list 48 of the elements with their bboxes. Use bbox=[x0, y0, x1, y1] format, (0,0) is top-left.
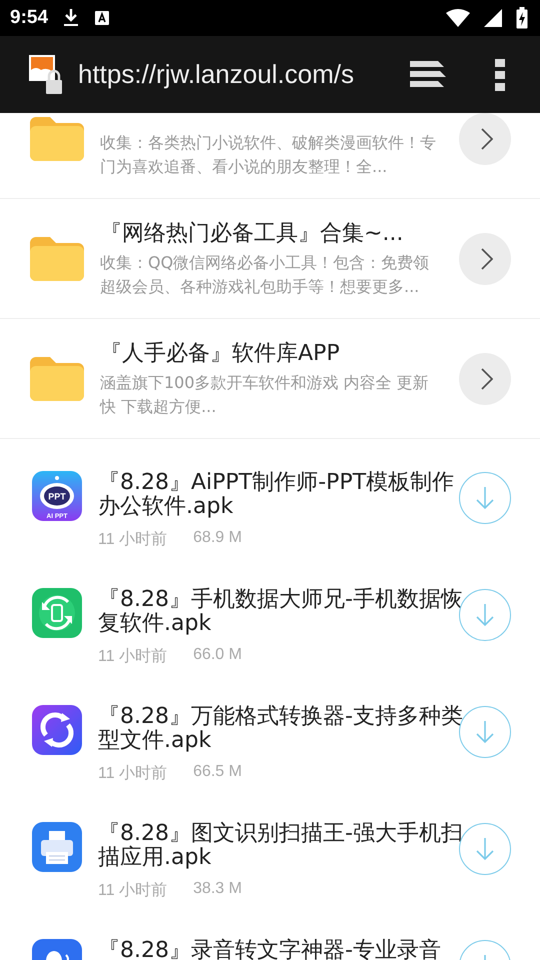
download-icon bbox=[62, 8, 80, 28]
folder-icon bbox=[30, 236, 84, 280]
file-name: 『8.28』录音转文字神器-专业录音 bbox=[98, 939, 442, 960]
file-size: 66.0 M bbox=[193, 646, 242, 665]
folder-row[interactable]: 『网络热门必备工具』合集~... 收集：QQ微信网络必备小工具！包含：免费领超级会员、各种游戏礼包助手等！想要更多... bbox=[0, 199, 540, 319]
file-row[interactable]: 『8.28』图文识别扫描王-强大手机扫描应用.apk 11 小时前 38.3 M bbox=[0, 790, 540, 907]
clock-time: 9:54 bbox=[10, 7, 48, 29]
chevron-right-icon bbox=[481, 128, 493, 150]
folder-description: 收集：QQ微信网络必备小工具！包含：免费领超级会员、各种游戏礼包助手等！想要更多... bbox=[100, 252, 430, 298]
folder-description: 收集：各类热门小说软件、破解类漫画软件！专门为喜欢追番、看小说的朋友整理！全... bbox=[100, 132, 437, 178]
menu-icon[interactable] bbox=[495, 58, 505, 90]
app-icon bbox=[32, 705, 82, 755]
file-name: 『8.28』手机数据大师兄-手机数据恢复软件.apk bbox=[98, 588, 464, 636]
file-name: 『8.28』AiPPT制作师-PPT模板制作办公软件.apk bbox=[98, 471, 456, 519]
file-size: 68.9 M bbox=[193, 529, 242, 548]
upload-time: 11 小时前 bbox=[98, 530, 168, 550]
download-icon bbox=[476, 486, 494, 510]
signal-icon bbox=[484, 9, 502, 27]
download-icon bbox=[476, 720, 494, 744]
app-icon bbox=[32, 588, 82, 638]
download-button[interactable] bbox=[459, 472, 511, 524]
open-button[interactable] bbox=[459, 353, 511, 405]
file-name: 『8.28』图文识别扫描王-强大手机扫描应用.apk bbox=[98, 822, 464, 870]
file-name: 『8.28』万能格式转换器-支持多种类型文件.apk bbox=[98, 705, 464, 753]
folder-title: 『人手必备』软件库APP bbox=[100, 340, 341, 368]
file-row[interactable]: 『8.28』录音转文字神器-专业录音 bbox=[0, 907, 540, 960]
wifi-icon bbox=[446, 9, 470, 27]
folder-icon bbox=[30, 116, 84, 160]
folder-icon bbox=[30, 356, 84, 400]
file-size: 38.3 M bbox=[193, 880, 242, 899]
open-button[interactable] bbox=[459, 233, 511, 285]
folder-title: 『网络热门必备工具』合集~... bbox=[100, 220, 404, 248]
battery-icon bbox=[516, 7, 528, 29]
chevron-right-icon bbox=[481, 248, 493, 270]
upload-time: 11 小时前 bbox=[98, 880, 168, 901]
chevron-right-icon bbox=[481, 368, 493, 390]
tabs-icon[interactable] bbox=[410, 60, 446, 88]
upload-time: 11 小时前 bbox=[98, 646, 168, 667]
file-size: 66.5 M bbox=[193, 763, 242, 782]
download-button[interactable] bbox=[459, 823, 511, 875]
folder-description: 涵盖旗下100多款开车软件和游戏 内容全 更新快 下载超方便... bbox=[100, 372, 430, 418]
file-row[interactable]: 『8.28』万能格式转换器-支持多种类型文件.apk 11 小时前 66.5 M bbox=[0, 673, 540, 790]
app-icon bbox=[32, 822, 82, 872]
download-icon bbox=[476, 837, 494, 861]
download-icon bbox=[476, 603, 494, 627]
upload-time: 11 小时前 bbox=[98, 764, 168, 784]
file-row[interactable]: 『8.28』手机数据大师兄-手机数据恢复软件.apk 11 小时前 66.0 M bbox=[0, 556, 540, 673]
folder-row[interactable]: 『人手必备』软件库APP 涵盖旗下100多款开车软件和游戏 内容全 更新快 下载超方便... bbox=[0, 319, 540, 439]
